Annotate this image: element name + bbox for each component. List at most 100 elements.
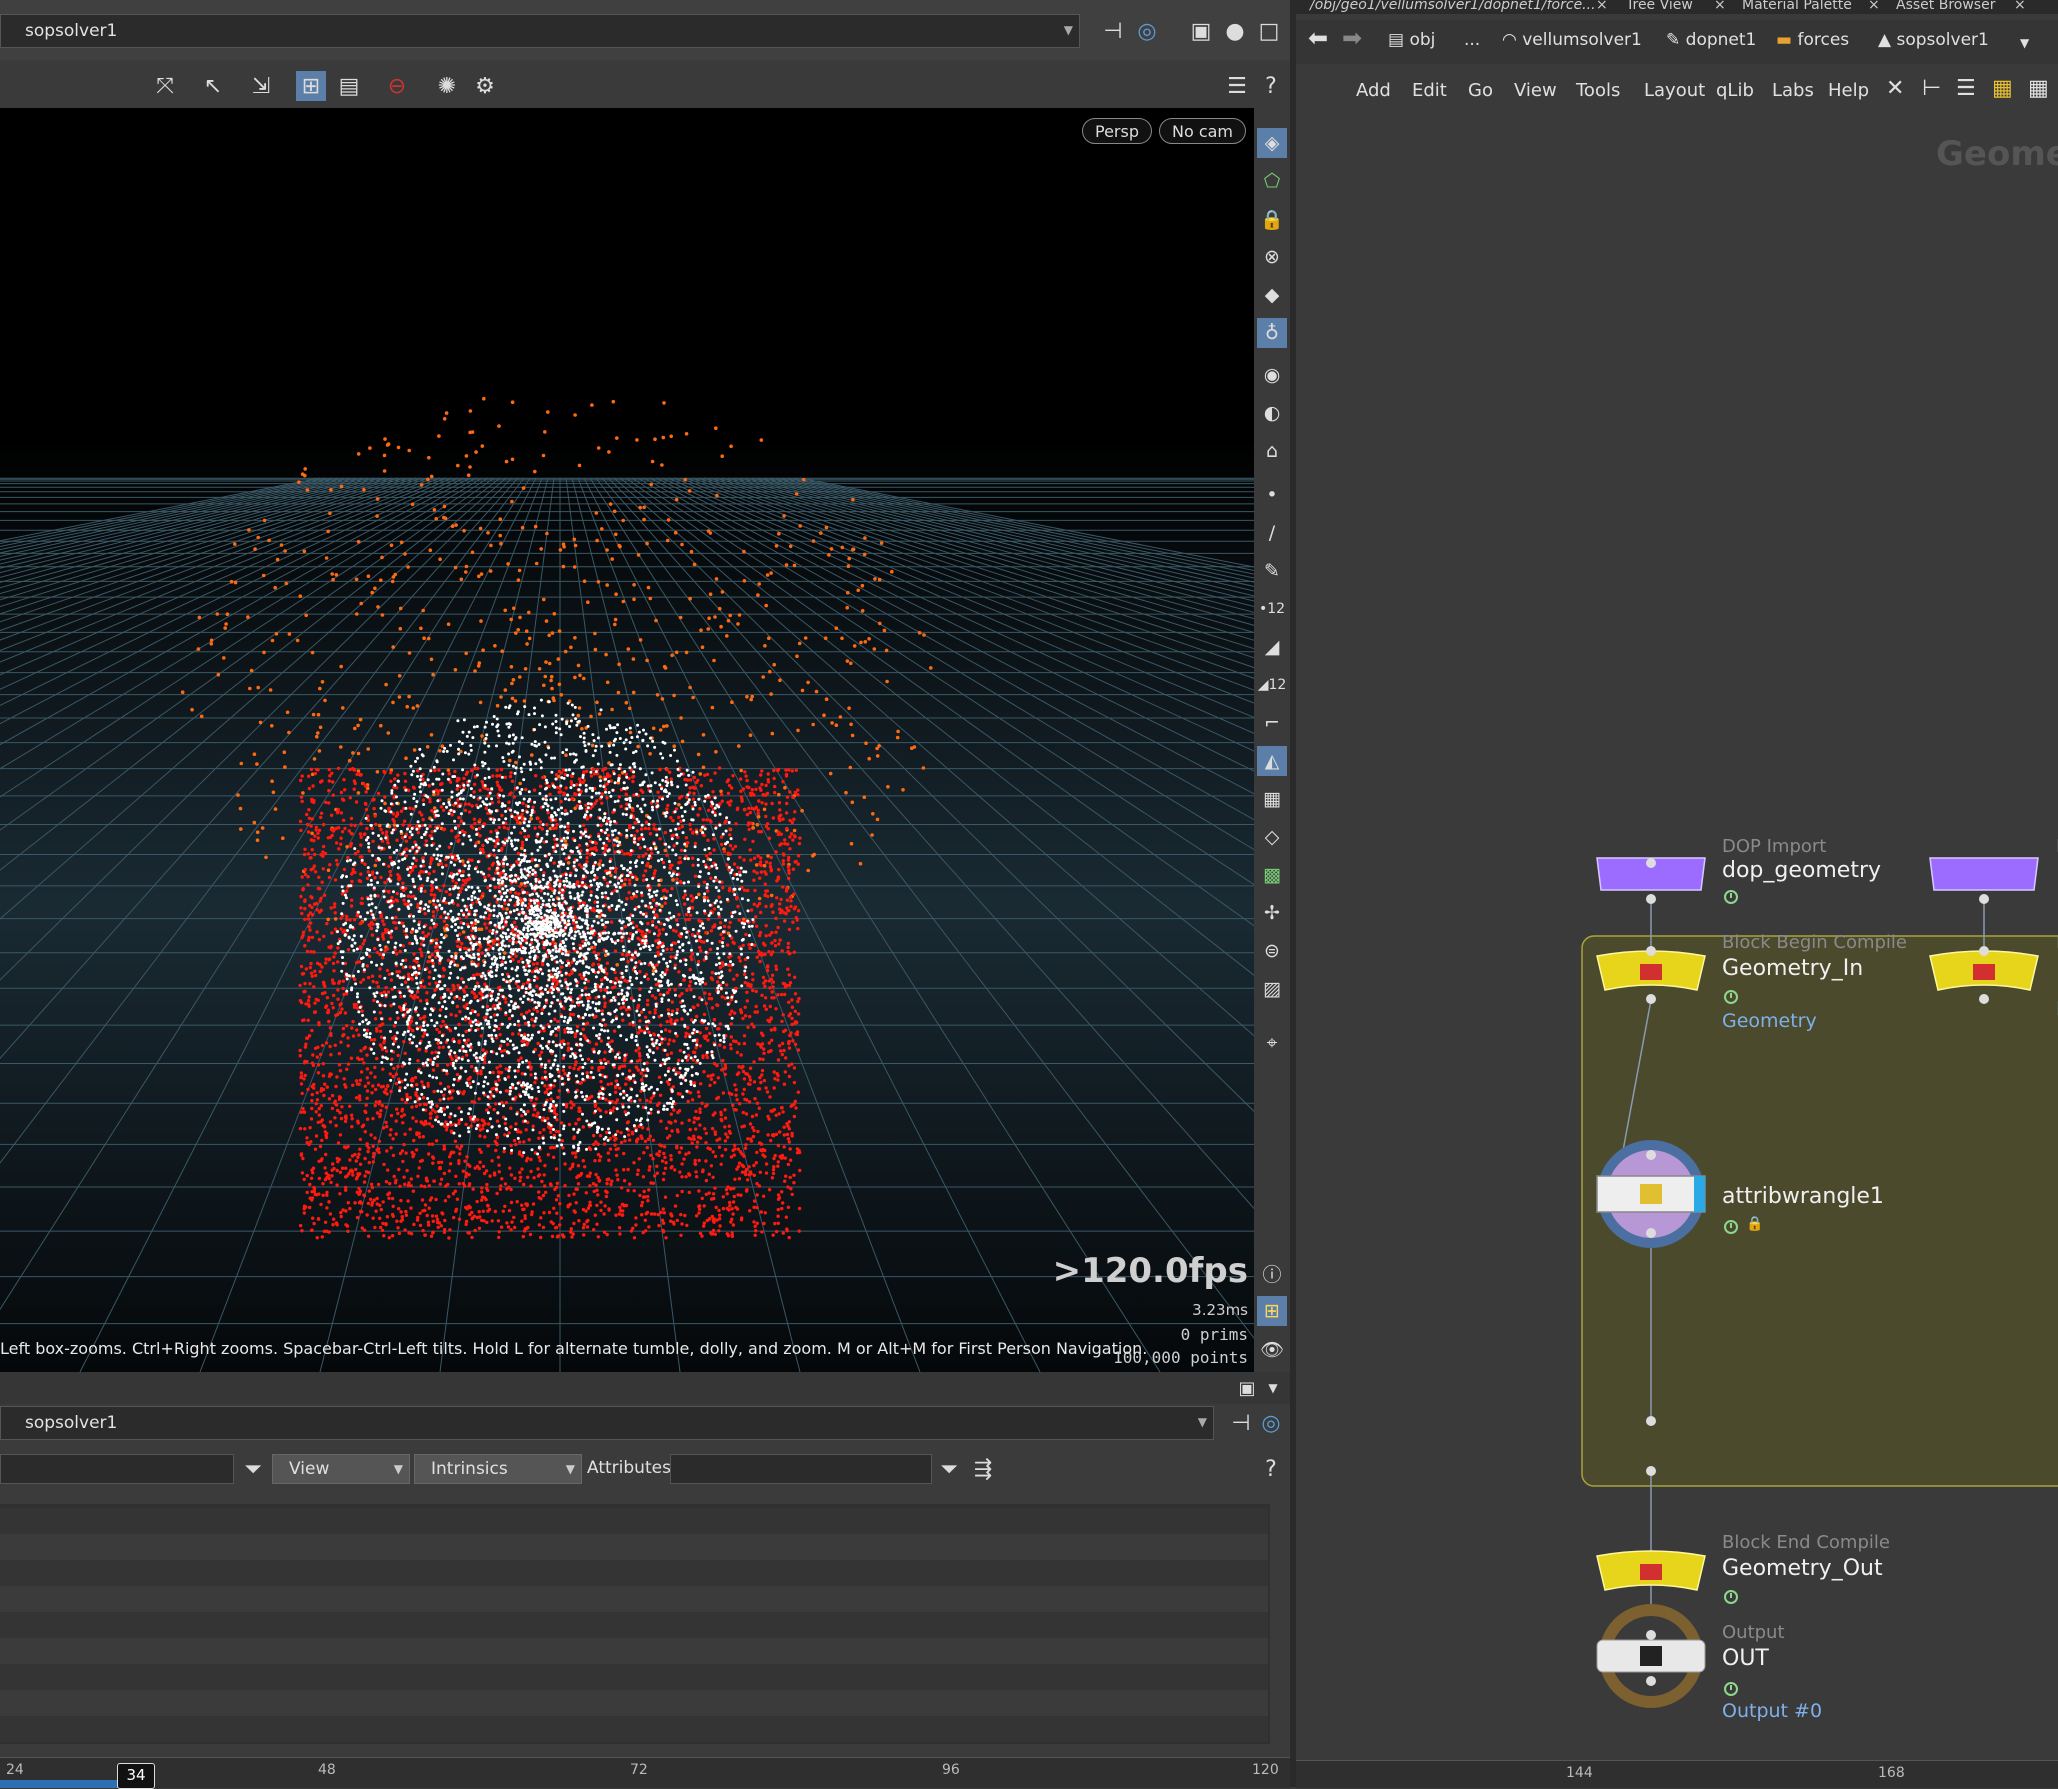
tree-icon[interactable]: ⊢ (1922, 76, 1941, 101)
layout-icon[interactable]: ⊞ (1257, 1296, 1287, 1326)
help-icon[interactable]: ? (1256, 71, 1286, 101)
output-connector[interactable] (1646, 1228, 1656, 1238)
location-icon[interactable]: ⌖ (1257, 1028, 1287, 1058)
node-name-label[interactable]: OUT (1722, 1646, 1769, 1671)
cube-icon[interactable]: ▣ (1186, 16, 1216, 46)
toolbar-options-icon[interactable]: ☰ (1222, 71, 1252, 101)
settings-icon[interactable]: ⚙ (470, 71, 500, 101)
close-icon[interactable]: × (1868, 0, 1880, 13)
info-icon[interactable]: ⓘ (1257, 1258, 1287, 1288)
menu-item-go[interactable]: Go (1468, 80, 1493, 101)
bulb-icon[interactable]: ◆ (1257, 280, 1287, 310)
brush-icon[interactable]: / (1257, 518, 1287, 548)
lock-icon[interactable]: 🔒 (1257, 204, 1287, 234)
persp-button[interactable]: Persp (1082, 118, 1152, 144)
filter-icon[interactable]: ⏷ (934, 1454, 964, 1484)
input-connector[interactable] (1646, 1630, 1656, 1640)
menu-item-layout[interactable]: Layout (1644, 80, 1705, 101)
output-connector[interactable] (1646, 1466, 1656, 1476)
view-tool-icon[interactable]: ⤧ (150, 71, 180, 101)
output-connector[interactable] (1646, 894, 1656, 904)
node-name-label[interactable]: Geometry_In (1722, 956, 1863, 981)
breadcrumb-item[interactable]: ▲ sopsolver1 (1878, 30, 1989, 50)
visibility-icon[interactable]: ◐ (1257, 398, 1287, 428)
link-icon[interactable]: ◎ (1132, 16, 1162, 46)
pane-splitter[interactable]: ▣ ▼ (0, 1372, 1290, 1404)
spreadsheet-table[interactable] (0, 1504, 1270, 1744)
breadcrumb-item[interactable]: ◠ vellumsolver1 (1502, 30, 1642, 50)
menu-item-edit[interactable]: Edit (1412, 80, 1447, 101)
close-icon[interactable]: × (1714, 0, 1726, 13)
chevron-down-icon[interactable]: ▼ (1198, 1415, 1207, 1429)
prim-numbers-icon[interactable]: ◢12 (1257, 670, 1287, 700)
pin-icon[interactable]: ⊣ (1098, 16, 1128, 46)
primitive-icon[interactable]: ◢ (1257, 632, 1287, 662)
output-connector[interactable] (1979, 994, 1989, 1004)
breadcrumb-item[interactable]: ... (1464, 30, 1480, 50)
grid-icon[interactable]: ▦ (2028, 76, 2049, 101)
menu-item-tools[interactable]: Tools (1576, 80, 1620, 101)
output-connector[interactable] (1646, 994, 1656, 1004)
columns-icon[interactable]: ⇶ (968, 1454, 998, 1484)
pen-icon[interactable]: ✎ (1257, 556, 1287, 586)
tab-material-palette[interactable]: Material Palette (1742, 0, 1852, 13)
snap-icon[interactable]: ⊞ (296, 71, 326, 101)
transform-tool-icon[interactable]: ⇲ (246, 71, 276, 101)
window-icon[interactable]: □ (1254, 16, 1284, 46)
intrinsics-dropdown[interactable]: Intrinsics▼ (414, 1454, 582, 1484)
pin-icon[interactable]: ⊣ (1226, 1408, 1256, 1438)
chevron-down-icon[interactable]: ▼ (1064, 23, 1073, 37)
close-icon[interactable]: × (1596, 0, 1608, 13)
bounding-box-icon[interactable]: ▩ (1257, 860, 1287, 890)
background-image-icon[interactable]: ▨ (1257, 974, 1287, 1004)
breadcrumb-item[interactable]: ▬ forces (1776, 30, 1849, 50)
tab-asset-browser[interactable]: Asset Browser (1896, 0, 1995, 13)
menu-item-view[interactable]: View (1514, 80, 1557, 101)
network-canvas[interactable]: Geomet (1300, 110, 2058, 1760)
sheet-path-field[interactable]: sopsolver1 ▼ (0, 1406, 1214, 1440)
view-dropdown[interactable]: View▼ (272, 1454, 410, 1484)
light-icon[interactable]: ♁ (1257, 318, 1287, 348)
shaded-sphere-icon[interactable]: ● (1220, 16, 1250, 46)
chevron-down-icon[interactable]: ▼ (2020, 36, 2029, 50)
eye-icon[interactable]: 👁 (1257, 1334, 1287, 1364)
group-filter-field[interactable] (0, 1454, 234, 1484)
display-flag[interactable] (1694, 1176, 1705, 1212)
palette-icon[interactable]: ▦ (1992, 76, 2013, 101)
input-connector[interactable] (1646, 946, 1656, 956)
tools-icon[interactable]: ✕ (1886, 76, 1904, 101)
breadcrumb-item[interactable]: ✎ dopnet1 (1666, 30, 1756, 50)
menu-item-add[interactable]: Add (1356, 80, 1391, 101)
input-connector[interactable] (1646, 1150, 1656, 1160)
ghost-icon[interactable]: ⊗ (1257, 242, 1287, 272)
node-name-label[interactable]: attribwrangle1 (1722, 1184, 1884, 1209)
checker-icon[interactable]: ▦ (1257, 784, 1287, 814)
output-connector[interactable] (1979, 894, 1989, 904)
link-icon[interactable]: ◎ (1256, 1408, 1286, 1438)
menu-item-help[interactable]: Help (1828, 80, 1869, 101)
list-icon[interactable]: ☰ (1956, 76, 1976, 101)
output-connector[interactable] (1646, 1676, 1656, 1686)
select-tool-icon[interactable]: ↖ (198, 71, 228, 101)
input-connector[interactable] (1646, 1416, 1656, 1426)
dop-import-node-2[interactable] (1930, 858, 2038, 890)
timeline[interactable]: 24 48 72 96 120 34 (0, 1757, 1290, 1788)
point-numbers-icon[interactable]: •12 (1257, 594, 1287, 624)
handles-icon[interactable]: ✢ (1257, 898, 1287, 928)
tab-network[interactable]: /obj/geo1/vellumsolver1/dopnet1/force... (1310, 0, 1596, 13)
display-icon[interactable]: ⊜ (1257, 936, 1287, 966)
stop-icon[interactable]: ⊖ (382, 71, 412, 101)
menu-item-labs[interactable]: Labs (1772, 80, 1814, 101)
input-connector[interactable] (1646, 858, 1656, 868)
filter-icon[interactable]: ⏷ (238, 1454, 268, 1484)
menu-item-qlib[interactable]: qLib (1716, 80, 1754, 101)
input-connector[interactable] (1979, 946, 1989, 956)
back-icon[interactable]: ⬅ (1308, 24, 1328, 52)
scene-path-field[interactable]: sopsolver1 ▼ (0, 14, 1080, 48)
close-icon[interactable]: × (2014, 0, 2026, 13)
3d-viewport[interactable]: Persp No cam >120.0fps 3.23ms 0 prims 10… (0, 108, 1254, 1372)
node-name-label[interactable]: Geometry_Out (1722, 1556, 1883, 1581)
lights-icon[interactable]: ✺ (432, 71, 462, 101)
timeline-right[interactable]: 144 168 (1296, 1760, 2058, 1788)
breadcrumb-item[interactable]: ▤ obj (1388, 30, 1435, 50)
